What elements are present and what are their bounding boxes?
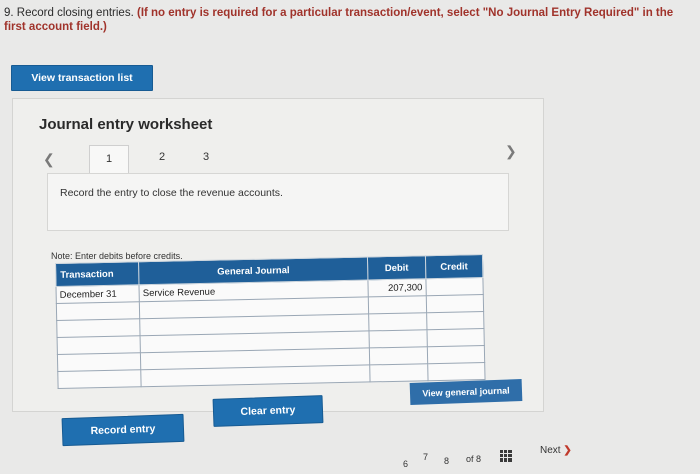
record-entry-button[interactable]: Record entry [61, 413, 185, 447]
tab-2-label: 2 [158, 151, 166, 163]
entry-instruction-box: Record the entry to close the revenue ac… [47, 173, 509, 231]
header-credit: Credit [425, 254, 483, 279]
tab-3[interactable]: 3 [199, 151, 213, 163]
credit-cell[interactable] [426, 311, 484, 330]
grid-icon[interactable] [500, 450, 512, 462]
journal-table: Transaction General Journal Debit Credit… [55, 254, 486, 389]
header-transaction: Transaction [55, 261, 140, 287]
tab-2[interactable]: 2 [155, 151, 169, 163]
debit-cell[interactable] [368, 295, 427, 314]
transaction-cell[interactable] [57, 335, 141, 355]
page-7[interactable]: 7 [423, 452, 428, 462]
transaction-cell[interactable] [57, 352, 141, 372]
chevron-right-icon: ❯ [563, 445, 572, 456]
view-transaction-list-button[interactable]: View transaction list [11, 65, 153, 91]
credit-cell[interactable] [427, 362, 486, 381]
question-prompt: Record closing entries. [16, 7, 134, 19]
question-number: 9. [4, 7, 14, 19]
header-debit: Debit [367, 255, 426, 280]
debit-cell[interactable] [369, 363, 428, 382]
credit-cell[interactable] [426, 328, 485, 347]
debit-cell[interactable]: 207,300 [368, 278, 427, 297]
tab-1-label: 1 [105, 153, 113, 165]
transaction-cell[interactable] [56, 301, 140, 321]
view-general-journal-button[interactable]: View general journal [409, 379, 523, 405]
transaction-cell[interactable]: December 31 [55, 284, 140, 304]
transaction-cell[interactable] [56, 318, 141, 338]
transaction-cell[interactable] [57, 369, 142, 389]
chevron-right-icon[interactable]: ❯ [505, 143, 517, 160]
next-button[interactable]: Next ❯ [540, 445, 572, 456]
credit-cell[interactable] [427, 345, 485, 364]
credit-cell[interactable] [426, 294, 484, 313]
debit-cell[interactable] [369, 329, 428, 348]
tab-1[interactable]: 1 [89, 145, 129, 174]
journal-entry-worksheet: Journal entry worksheet ❮ ❯ 1 2 3 Record… [12, 98, 544, 412]
debit-cell[interactable] [368, 312, 427, 331]
next-label: Next [540, 445, 561, 456]
note-text: Note: Enter debits before credits. [51, 251, 183, 261]
chevron-left-icon[interactable]: ❮ [43, 151, 55, 168]
clear-entry-button[interactable]: Clear entry [212, 395, 324, 427]
debit-cell[interactable] [369, 346, 428, 365]
page-8[interactable]: 8 [444, 456, 449, 466]
account-cell[interactable] [140, 364, 371, 387]
worksheet-title: Journal entry worksheet [39, 116, 213, 133]
page-6[interactable]: 6 [403, 459, 408, 469]
tab-3-label: 3 [202, 151, 210, 163]
credit-cell[interactable] [425, 277, 484, 296]
entry-instruction: Record the entry to close the revenue ac… [60, 187, 283, 199]
question-text: 9. Record closing entries. (If no entry … [4, 6, 694, 34]
page-of-count: of 8 [466, 454, 482, 464]
